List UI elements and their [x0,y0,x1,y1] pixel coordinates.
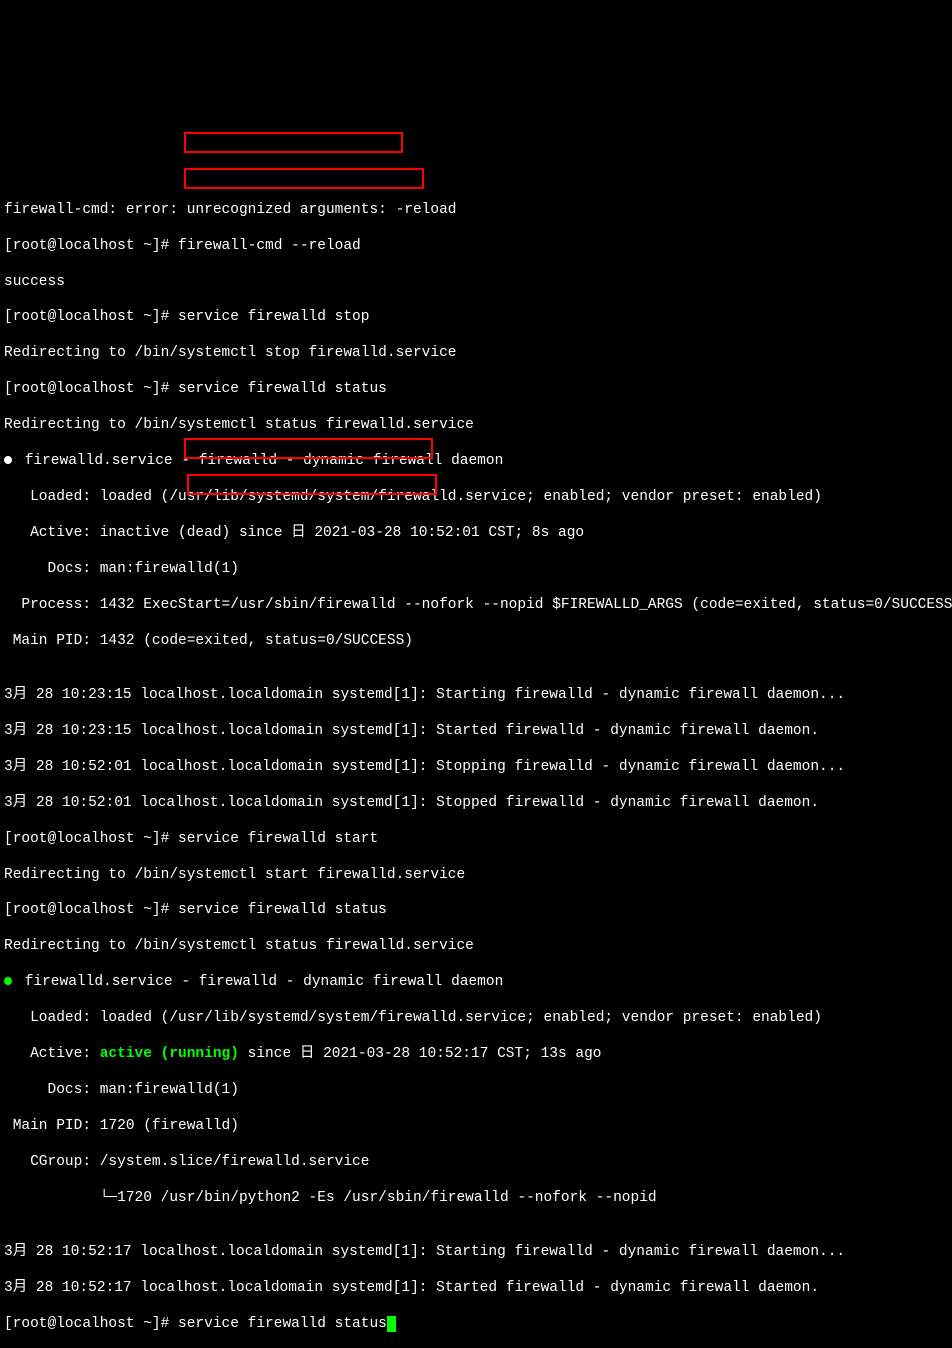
status-dot-inactive [4,456,12,464]
output-line: Redirecting to /bin/systemctl status fir… [4,417,948,435]
highlight-box-1 [184,132,403,153]
terminal-window[interactable]: firewall-cmd: error: unrecognized argume… [4,76,948,1348]
output-line: Process: 1432 ExecStart=/usr/sbin/firewa… [4,597,948,615]
status-dot-active [4,977,12,985]
prompt-line: [root@localhost ~]# service firewalld st… [4,309,948,327]
output-line: firewalld.service - firewalld - dynamic … [4,453,948,471]
output-line: Redirecting to /bin/systemctl status fir… [4,938,948,956]
output-line: Redirecting to /bin/systemctl stop firew… [4,345,948,363]
output-line: 3月 28 10:52:17 localhost.localdomain sys… [4,1244,948,1262]
output-line: Main PID: 1432 (code=exited, status=0/SU… [4,633,948,651]
output-line: └─1720 /usr/bin/python2 -Es /usr/sbin/fi… [4,1190,948,1208]
output-line: 3月 28 10:52:01 localhost.localdomain sys… [4,759,948,777]
output-line: Docs: man:firewalld(1) [4,561,948,579]
prompt-line: [root@localhost ~]# service firewalld st… [4,381,948,399]
output-line: 3月 28 10:23:15 localhost.localdomain sys… [4,687,948,705]
prompt-line: [root@localhost ~]# firewall-cmd --reloa… [4,238,948,256]
output-line: firewalld.service - firewalld - dynamic … [4,974,948,992]
output-line: 3月 28 10:23:15 localhost.localdomain sys… [4,723,948,741]
highlight-box-2 [184,168,424,189]
output-line: Redirecting to /bin/systemctl start fire… [4,867,948,885]
output-line: Main PID: 1720 (firewalld) [4,1118,948,1136]
output-line: Loaded: loaded (/usr/lib/systemd/system/… [4,489,948,507]
prompt-line[interactable]: [root@localhost ~]# service firewalld st… [4,1316,948,1334]
prompt-line: [root@localhost ~]# service firewalld st… [4,902,948,920]
output-line: Active: active (running) since 日 2021-03… [4,1046,948,1064]
output-line: success [4,274,948,292]
active-status: active (running) [100,1046,239,1062]
output-line: Loaded: loaded (/usr/lib/systemd/system/… [4,1010,948,1028]
output-line: 3月 28 10:52:01 localhost.localdomain sys… [4,795,948,813]
prompt-line: [root@localhost ~]# service firewalld st… [4,831,948,849]
output-line: Active: inactive (dead) since 日 2021-03-… [4,525,948,543]
output-line: firewall-cmd: error: unrecognized argume… [4,202,948,220]
output-line: CGroup: /system.slice/firewalld.service [4,1154,948,1172]
output-line: Docs: man:firewalld(1) [4,1082,948,1100]
cursor [387,1316,396,1332]
output-line: 3月 28 10:52:17 localhost.localdomain sys… [4,1280,948,1298]
